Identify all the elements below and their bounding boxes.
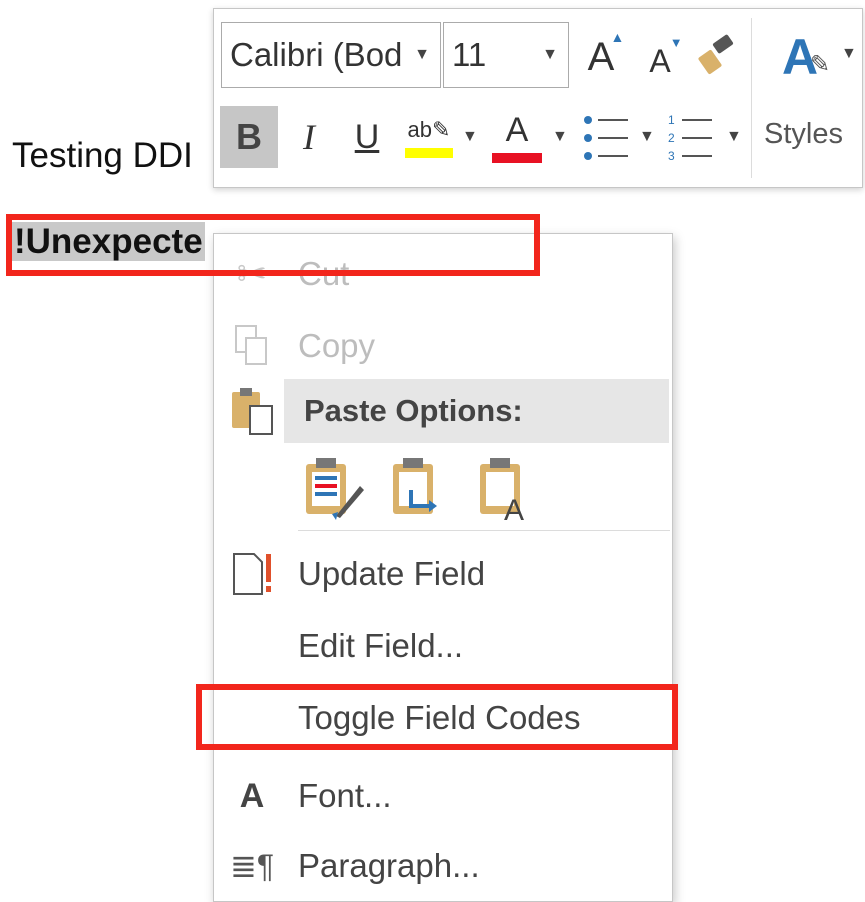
bold-button[interactable]: B — [220, 106, 278, 168]
numbering-button[interactable]: 1 2 3 — [666, 110, 716, 166]
chevron-down-icon[interactable]: ▼ — [841, 45, 857, 63]
document-line-testing: Testing DDI — [12, 136, 193, 175]
styles-button[interactable]: A ✎ — [760, 22, 840, 92]
svg-text:2: 2 — [668, 131, 675, 145]
numbering-icon: 1 2 3 — [668, 113, 712, 163]
highlight-box-toggle-field-codes — [196, 684, 678, 750]
svg-text:1: 1 — [668, 113, 675, 127]
bullets-button[interactable] — [582, 112, 632, 164]
menu-item-edit-field[interactable]: Edit Field... — [214, 612, 672, 680]
shrink-font-button[interactable]: A ▼ — [635, 30, 685, 84]
paste-keep-text-only-button[interactable]: A — [476, 456, 538, 527]
format-painter-icon — [698, 34, 734, 74]
grow-font-icon: A ▲ — [587, 28, 625, 79]
chevron-down-icon[interactable]: ▼ — [726, 128, 742, 146]
context-menu: ✂ Cut Copy Paste Options: A Update Field… — [213, 233, 673, 902]
menu-item-copy[interactable]: Copy — [214, 312, 672, 380]
font-color-bar — [492, 153, 542, 163]
toolbar-divider — [751, 18, 752, 178]
chevron-down-icon[interactable]: ▼ — [462, 128, 478, 146]
chevron-down-icon[interactable]: ▼ — [414, 46, 430, 64]
paste-keep-source-formatting-button[interactable] — [302, 456, 364, 522]
chevron-down-icon[interactable]: ▼ — [542, 46, 558, 64]
chevron-down-icon[interactable]: ▼ — [639, 128, 655, 146]
merge-formatting-icon — [393, 458, 437, 514]
menu-item-font[interactable]: A Font... — [214, 762, 672, 830]
styles-icon: A ✎ — [781, 29, 831, 85]
highlight-color-bar — [405, 148, 453, 158]
styles-label: Styles — [764, 118, 843, 150]
keep-source-formatting-icon — [306, 458, 364, 520]
highlight-button[interactable]: ab✎ — [402, 110, 456, 166]
font-size-value: 11 — [452, 36, 487, 73]
font-color-button[interactable]: A — [490, 108, 544, 166]
menu-item-update-field[interactable]: Update Field — [214, 540, 672, 608]
paragraph-icon: ≣¶ — [230, 848, 274, 884]
update-field-icon — [228, 550, 276, 598]
svg-text:A: A — [504, 494, 524, 522]
italic-button[interactable]: I — [284, 106, 334, 168]
copy-icon — [228, 322, 276, 370]
grow-font-button[interactable]: A ▲ — [576, 28, 626, 84]
paste-options-header: Paste Options: — [284, 379, 669, 443]
shrink-font-icon: A ▼ — [649, 34, 683, 79]
paste-merge-formatting-button[interactable] — [389, 456, 451, 522]
keep-text-only-icon: A — [480, 458, 524, 527]
highlighter-icon: ab✎ — [407, 117, 451, 142]
font-name-value: Calibri (Bod — [230, 36, 403, 73]
format-painter-button[interactable] — [693, 28, 743, 84]
chevron-down-icon[interactable]: ▼ — [552, 128, 568, 146]
font-icon: A — [239, 776, 265, 815]
font-size-combo[interactable]: 11 ▼ — [443, 22, 569, 88]
underline-button[interactable]: U — [342, 106, 392, 168]
svg-text:3: 3 — [668, 149, 675, 163]
highlight-box-field — [6, 214, 540, 276]
font-color-letter: A — [505, 111, 529, 149]
font-name-combo[interactable]: Calibri (Bod ▼ — [221, 22, 441, 88]
menu-item-paragraph[interactable]: ≣¶ Paragraph... — [214, 832, 672, 900]
paste-options-label: Paste Options: — [304, 393, 523, 428]
bullets-icon — [584, 116, 628, 160]
paste-icon — [230, 386, 278, 438]
paste-options-separator — [298, 530, 670, 531]
